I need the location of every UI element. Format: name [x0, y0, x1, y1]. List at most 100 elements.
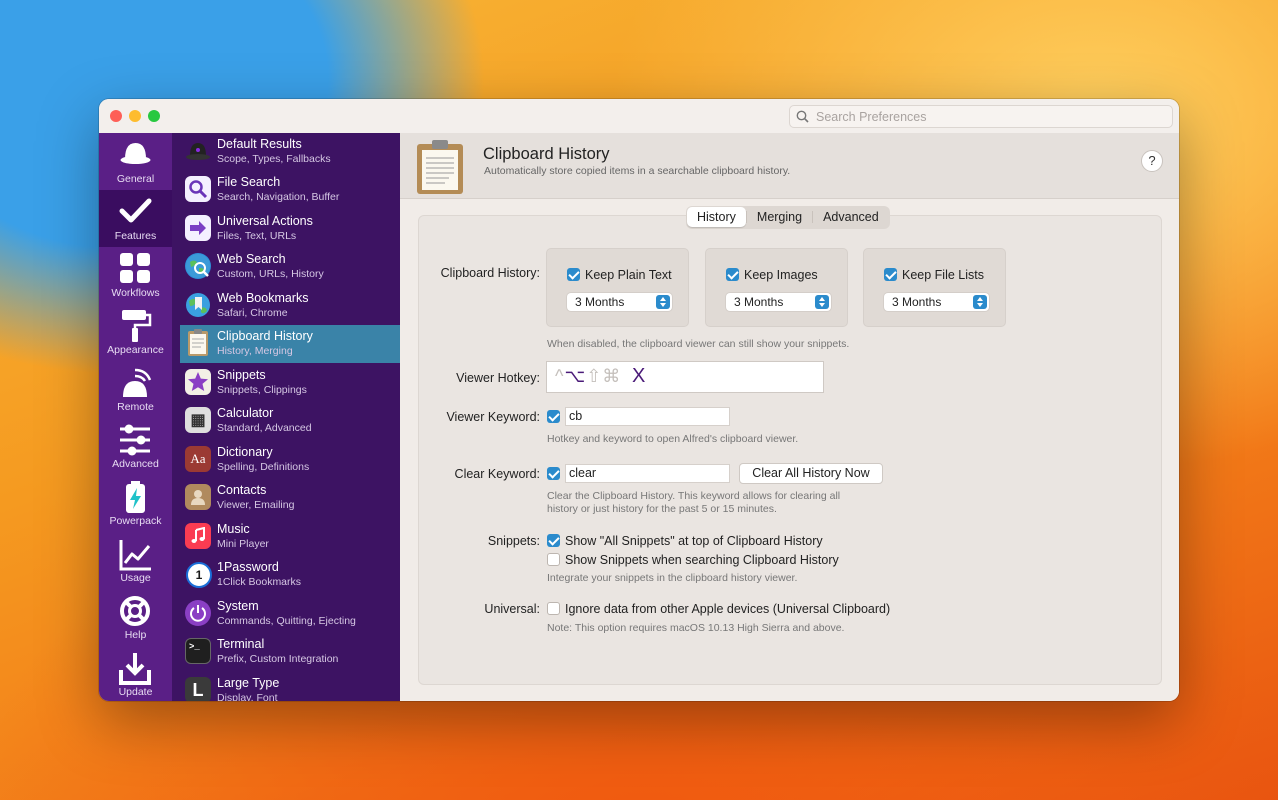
- show-snippets-searching-checkbox[interactable]: [547, 553, 560, 566]
- viewer-hotkey-label: Viewer Hotkey:: [456, 371, 540, 385]
- show-all-snippets-checkbox[interactable]: [547, 534, 560, 547]
- keep-plain-text-duration[interactable]: 3 Months: [567, 293, 672, 311]
- feature-item-system[interactable]: System Commands, Quitting, Ejecting: [180, 595, 400, 633]
- clipboard-icon: [417, 140, 463, 194]
- feature-title: Snippets: [217, 368, 266, 382]
- stepper-arrows-icon: [973, 295, 987, 309]
- rail-advanced[interactable]: Advanced: [99, 418, 172, 475]
- stepper-arrows-icon: [815, 295, 829, 309]
- feature-item-web-bookmarks[interactable]: Web Bookmarks Safari, Chrome: [180, 287, 400, 325]
- feature-title: File Search: [217, 175, 281, 189]
- feature-title: Calculator: [217, 406, 274, 420]
- keep-images-duration[interactable]: 3 Months: [726, 293, 831, 311]
- viewer-hotkey-field[interactable]: ^⌥⇧⌘ X: [546, 361, 824, 393]
- clear-keyword-checkbox[interactable]: [547, 467, 560, 480]
- search-input[interactable]: [814, 107, 1168, 127]
- category-sidebar: General Features Workflows Appearance Re…: [99, 133, 172, 701]
- feature-item-terminal[interactable]: >_ Terminal Prefix, Custom Integration: [180, 633, 400, 671]
- tab-history[interactable]: History: [687, 207, 746, 227]
- feature-title: Web Search: [217, 252, 286, 266]
- paint-roller-icon: [122, 310, 152, 342]
- history-note: When disabled, the clipboard viewer can …: [547, 338, 850, 350]
- ignore-universal-checkbox[interactable]: [547, 602, 560, 615]
- show-snippets-searching-label: Show Snippets when searching Clipboard H…: [565, 553, 839, 567]
- checkmark-icon: [119, 198, 152, 223]
- feature-item-large-type[interactable]: L Large Type Display, Font: [180, 672, 400, 701]
- rail-features[interactable]: Features: [99, 190, 172, 247]
- rail-general[interactable]: General: [99, 133, 172, 190]
- search-preferences[interactable]: [789, 105, 1173, 128]
- feature-subtitle: Standard, Advanced: [217, 422, 312, 434]
- keep-images-checkbox[interactable]: [726, 268, 739, 281]
- rail-remote[interactable]: Remote: [99, 361, 172, 418]
- viewer-keyword-note: Hotkey and keyword to open Alfred's clip…: [547, 433, 799, 445]
- tab-advanced[interactable]: Advanced: [813, 207, 889, 227]
- feature-subtitle: Scope, Types, Fallbacks: [217, 153, 331, 165]
- keep-plain-text-checkbox[interactable]: [567, 268, 580, 281]
- keep-file-lists-card: Keep File Lists 3 Months: [863, 248, 1006, 327]
- keep-file-lists-duration[interactable]: 3 Months: [884, 293, 989, 311]
- clear-keyword-label: Clear Keyword:: [454, 467, 540, 481]
- feature-item-file-search[interactable]: File Search Search, Navigation, Buffer: [180, 171, 400, 209]
- feature-item-default-results[interactable]: Default Results Scope, Types, Fallbacks: [180, 133, 400, 171]
- feature-list: Default Results Scope, Types, Fallbacks …: [172, 133, 400, 701]
- power-icon: [185, 600, 211, 626]
- feature-item-calculator[interactable]: ▦ Calculator Standard, Advanced: [180, 402, 400, 440]
- feature-title: System: [217, 599, 259, 613]
- rail-powerpack[interactable]: Powerpack: [99, 475, 172, 532]
- chart-icon: [119, 540, 151, 571]
- sliders-icon: [120, 424, 150, 456]
- feature-subtitle: History, Merging: [217, 345, 293, 357]
- keep-file-lists-label: Keep File Lists: [902, 268, 984, 282]
- command-modifier: ⌘: [602, 366, 622, 386]
- feature-subtitle: Spelling, Definitions: [217, 461, 310, 473]
- tab-merging[interactable]: Merging: [747, 207, 812, 227]
- keep-file-lists-checkbox[interactable]: [884, 268, 897, 281]
- feature-title: Contacts: [217, 483, 267, 497]
- rail-label: General: [116, 173, 155, 185]
- rail-usage[interactable]: Usage: [99, 532, 172, 589]
- lifebuoy-icon: [120, 596, 150, 626]
- duration-value: 3 Months: [892, 295, 942, 309]
- zoom-window-button[interactable]: [148, 110, 160, 122]
- minimize-window-button[interactable]: [129, 110, 141, 122]
- rail-update[interactable]: Update: [99, 646, 172, 701]
- rail-appearance[interactable]: Appearance: [99, 304, 172, 361]
- feature-item-snippets[interactable]: Snippets Snippets, Clippings: [180, 364, 400, 402]
- rail-help[interactable]: Help: [99, 589, 172, 646]
- feature-item-1password[interactable]: 1 1Password 1Click Bookmarks: [180, 556, 400, 594]
- universal-note: Note: This option requires macOS 10.13 H…: [547, 622, 845, 634]
- rail-label: Remote: [117, 401, 154, 413]
- terminal-icon: >_: [185, 638, 211, 664]
- feature-item-contacts[interactable]: Contacts Viewer, Emailing: [180, 479, 400, 517]
- rail-label: Powerpack: [109, 515, 162, 527]
- rail-workflows[interactable]: Workflows: [99, 247, 172, 304]
- hotkey-modifiers: ^⌥⇧⌘: [555, 366, 621, 387]
- help-button[interactable]: ?: [1141, 150, 1163, 172]
- close-window-button[interactable]: [110, 110, 122, 122]
- feature-subtitle: Custom, URLs, History: [217, 268, 324, 280]
- feature-item-clipboard-history[interactable]: Clipboard History History, Merging: [180, 325, 400, 363]
- clear-all-history-button[interactable]: Clear All History Now: [739, 463, 883, 484]
- feature-title: Default Results: [217, 137, 302, 151]
- ignore-universal-label: Ignore data from other Apple devices (Un…: [565, 602, 891, 616]
- feature-item-music[interactable]: Music Mini Player: [180, 518, 400, 556]
- star-note-icon: [185, 369, 211, 395]
- dictionary-icon: Aa: [185, 446, 211, 472]
- title-bar: [99, 99, 1179, 134]
- shift-modifier: ⇧: [586, 366, 603, 386]
- clear-keyword-input[interactable]: clear: [565, 464, 730, 483]
- page-subtitle: Automatically store copied items in a se…: [484, 165, 791, 177]
- feature-item-web-search[interactable]: Web Search Custom, URLs, History: [180, 248, 400, 286]
- hat-icon: [120, 143, 151, 164]
- feature-item-dictionary[interactable]: Aa Dictionary Spelling, Definitions: [180, 441, 400, 479]
- viewer-keyword-checkbox[interactable]: [547, 410, 560, 423]
- battery-icon: [126, 481, 145, 513]
- feature-title: Universal Actions: [217, 214, 313, 228]
- feature-item-universal-actions[interactable]: Universal Actions Files, Text, URLs: [180, 210, 400, 248]
- duration-value: 3 Months: [575, 295, 625, 309]
- rail-label: Workflows: [111, 287, 160, 299]
- viewer-keyword-input[interactable]: cb: [565, 407, 730, 426]
- feature-subtitle: Snippets, Clippings: [217, 384, 307, 396]
- feature-subtitle: Viewer, Emailing: [217, 499, 295, 511]
